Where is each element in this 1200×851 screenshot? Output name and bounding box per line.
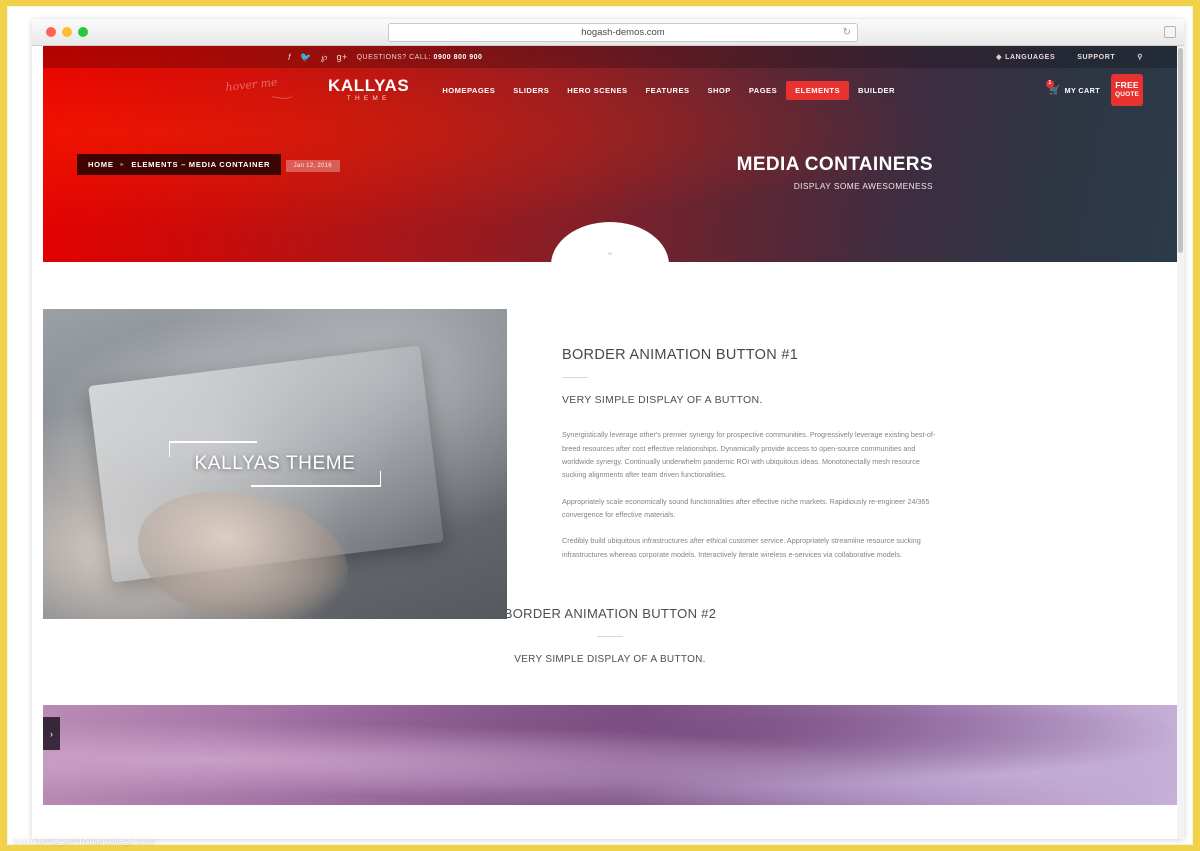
- url-text: hogash-demos.com: [581, 27, 665, 38]
- facebook-icon[interactable]: 𝑓: [288, 52, 291, 62]
- page-subtitle: DISPLAY SOME AWESOMENESS: [793, 181, 933, 191]
- nav-right-group: 1 🛒 MY CART FREE QUOTE: [1045, 74, 1143, 106]
- cart-count-badge: 1: [1045, 79, 1054, 88]
- hover-me-text: hover me: [224, 75, 279, 94]
- support-label: SUPPORT: [1077, 53, 1116, 61]
- quote-line-1: FREE: [1115, 80, 1139, 91]
- media-caption: KALLYAS THEME: [168, 441, 382, 487]
- nav-item-shop[interactable]: SHOP: [698, 81, 739, 100]
- utility-topbar: 𝑓 🐦 ℘ g+ QUESTIONS? CALL: 0900 800 900 ◈…: [43, 46, 1177, 68]
- section-border-animation-1: KALLYAS THEME BORDER ANIMATION BUTTON #1…: [43, 262, 1177, 619]
- call-number: 0900 800 900: [433, 53, 483, 61]
- bracket-line-bottom: [251, 485, 382, 487]
- hero-title-group: MEDIA CONTAINERS DISPLAY SOME AWESOMENES…: [610, 154, 1143, 191]
- nav-links: HOMEPAGES SLIDERS HERO SCENES FEATURES S…: [433, 80, 904, 100]
- section-purple-slider: ›: [43, 705, 1177, 806]
- website-page: 𝑓 🐦 ℘ g+ QUESTIONS? CALL: 0900 800 900 ◈…: [43, 46, 1177, 839]
- quote-line-2: QUOTE: [1114, 91, 1140, 99]
- search-icon[interactable]: ⚲: [1137, 53, 1143, 61]
- nav-item-pages[interactable]: PAGES: [740, 81, 786, 100]
- breadcrumb: HOME ▸ ELEMENTS – MEDIA CONTAINER: [77, 154, 282, 175]
- curved-arrow-icon: [271, 85, 296, 101]
- page-title: MEDIA CONTAINERS: [736, 154, 933, 175]
- page-scrollbar[interactable]: [1177, 46, 1184, 839]
- nav-item-elements[interactable]: ELEMENTS: [786, 80, 850, 100]
- my-cart-button[interactable]: 1 🛒 MY CART: [1045, 79, 1100, 96]
- questions-call-text: QUESTIONS? CALL: 0900 800 900: [357, 54, 483, 61]
- media-caption-text: KALLYAS THEME: [194, 453, 356, 474]
- reload-icon[interactable]: ↻: [843, 27, 851, 38]
- free-quote-button[interactable]: FREE QUOTE: [1111, 74, 1143, 106]
- cart-label: MY CART: [1064, 85, 1100, 95]
- window-controls-button[interactable]: [1164, 26, 1176, 38]
- nav-item-homepages[interactable]: HOMEPAGES: [433, 81, 504, 100]
- section-1-inner: KALLYAS THEME BORDER ANIMATION BUTTON #1…: [43, 309, 1177, 619]
- section-1-divider: [562, 377, 588, 379]
- url-bar[interactable]: hogash-demos.com ↻: [388, 23, 858, 42]
- watermark-text: www.heritagechristiancollege.com: [13, 835, 155, 845]
- site-logo[interactable]: KALLYAS THEME: [328, 77, 409, 103]
- hover-me-hint: hover me: [225, 73, 302, 107]
- slider-next-button[interactable]: ›: [43, 717, 60, 751]
- pinterest-icon[interactable]: ℘: [321, 52, 328, 62]
- main-navigation: hover me KALLYAS THEME HOMEPAGES SLIDERS…: [43, 68, 1177, 112]
- traffic-lights: [46, 27, 88, 37]
- section-2-divider: [597, 636, 623, 638]
- chevron-down-icon[interactable]: ⌄: [605, 247, 614, 258]
- section-1-paragraph-3: Credibly build ubiquitous infrastructure…: [562, 536, 921, 559]
- topbar-left-group: 𝑓 🐦 ℘ g+ QUESTIONS? CALL: 0900 800 900: [288, 52, 483, 62]
- nav-item-builder[interactable]: BUILDER: [849, 81, 904, 100]
- breadcrumb-wrap: HOME ▸ ELEMENTS – MEDIA CONTAINER Jan 12…: [77, 154, 610, 175]
- maximize-window-button[interactable]: [78, 27, 88, 37]
- breadcrumb-current: ELEMENTS – MEDIA CONTAINER: [131, 160, 271, 169]
- close-window-button[interactable]: [46, 27, 56, 37]
- media-container[interactable]: KALLYAS THEME: [43, 309, 507, 619]
- section-1-heading: BORDER ANIMATION BUTTON #1: [562, 347, 799, 363]
- page-viewport: 𝑓 🐦 ℘ g+ QUESTIONS? CALL: 0900 800 900 ◈…: [32, 46, 1184, 839]
- breadcrumb-separator-icon: ▸: [120, 162, 125, 168]
- breadcrumb-home[interactable]: HOME: [88, 160, 114, 169]
- globe-icon: ◈: [996, 54, 1003, 61]
- publish-date-badge: Jan 12, 2016: [285, 160, 340, 172]
- section-1-subheading: VERY SIMPLE DISPLAY OF A BUTTON.: [562, 394, 763, 407]
- languages-menu[interactable]: ◈ LANGUAGES: [996, 53, 1056, 62]
- nav-item-sliders[interactable]: SLIDERS: [504, 81, 558, 100]
- section-1-text: BORDER ANIMATION BUTTON #1 VERY SIMPLE D…: [507, 309, 1177, 619]
- bracket-line-top: [168, 441, 257, 443]
- section-2-subheading: VERY SIMPLE DISPLAY OF A BUTTON.: [514, 654, 706, 666]
- browser-window: hogash-demos.com ↻ 𝑓 🐦 ℘ g+ QUESTIONS? C…: [32, 19, 1184, 839]
- languages-label: LANGUAGES: [1005, 53, 1056, 61]
- logo-main-text: KALLYAS: [328, 76, 410, 96]
- nav-item-hero-scenes[interactable]: HERO SCENES: [558, 81, 636, 100]
- scrollbar-thumb[interactable]: [1178, 48, 1183, 253]
- topbar-right-group: ◈ LANGUAGES SUPPORT ⚲: [996, 53, 1143, 62]
- logo-sub-text: THEME: [346, 95, 391, 103]
- outer-frame: hogash-demos.com ↻ 𝑓 🐦 ℘ g+ QUESTIONS? C…: [7, 6, 1193, 845]
- support-link[interactable]: SUPPORT: [1077, 54, 1115, 61]
- googleplus-icon[interactable]: g+: [337, 52, 348, 62]
- call-label: QUESTIONS? CALL:: [356, 53, 432, 61]
- minimize-window-button[interactable]: [62, 27, 72, 37]
- nav-item-features[interactable]: FEATURES: [637, 81, 699, 100]
- hero-body: HOME ▸ ELEMENTS – MEDIA CONTAINER Jan 12…: [43, 112, 1177, 191]
- hero-section: 𝑓 🐦 ℘ g+ QUESTIONS? CALL: 0900 800 900 ◈…: [43, 46, 1177, 262]
- section-1-paragraph-1: Synergistically leverage other's premier…: [562, 430, 936, 480]
- twitter-icon[interactable]: 🐦: [300, 52, 312, 62]
- bracket-top-left-icon: [168, 441, 187, 457]
- media-overlay: KALLYAS THEME: [43, 309, 507, 619]
- browser-titlebar: hogash-demos.com ↻: [32, 19, 1184, 46]
- bracket-bottom-right-icon: [363, 471, 382, 487]
- section-1-paragraph-2: Appropriately scale economically sound f…: [562, 496, 930, 519]
